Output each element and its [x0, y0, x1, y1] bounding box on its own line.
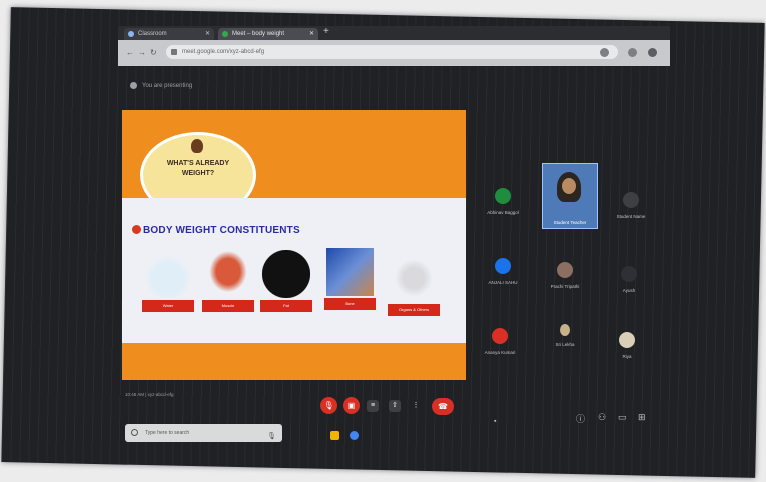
end-call-button[interactable]: ☎: [432, 398, 454, 415]
close-icon[interactable]: ✕: [309, 28, 314, 40]
avatar: [623, 192, 639, 208]
back-icon[interactable]: ←: [126, 48, 134, 57]
taskbar-search-input[interactable]: Type here to search 🎙: [125, 424, 282, 442]
extension-icon[interactable]: [600, 48, 609, 57]
camera-off-icon: ▣: [347, 401, 356, 410]
tab-favicon-icon: [222, 31, 228, 37]
chrome-icon[interactable]: [350, 431, 359, 440]
captions-icon: ≡: [370, 402, 376, 409]
info-icon[interactable]: ⓘ: [576, 412, 585, 425]
constituent-water: Water: [142, 250, 194, 314]
participant-tile[interactable]: Riya: [602, 332, 652, 359]
constituent-label: Water: [142, 300, 194, 312]
mic-icon[interactable]: 🎙: [267, 428, 276, 446]
participant-tile[interactable]: Ananya Kumari: [474, 328, 526, 355]
tab-favicon-icon: [128, 31, 134, 37]
constituent-muscle: Muscle: [202, 250, 254, 314]
menu-icon[interactable]: [648, 48, 657, 57]
plus-icon[interactable]: +: [323, 26, 329, 37]
present-button[interactable]: ⇧: [389, 400, 401, 412]
file-explorer-icon[interactable]: [330, 431, 339, 440]
tab-label: Meet – body weight: [232, 31, 285, 37]
chat-icon[interactable]: ▭: [618, 412, 627, 423]
participant-tile[interactable]: Student Name: [606, 192, 656, 219]
avatar: [619, 332, 635, 348]
avatar: [495, 258, 511, 274]
muscle-figure-image: [204, 250, 252, 298]
address-bar-row: ← → ↻ meet.google.com/xyz-abcd-efg: [118, 40, 670, 66]
mic-off-icon: 🎙: [323, 401, 334, 410]
present-icon: [130, 82, 137, 89]
forward-icon[interactable]: →: [138, 48, 146, 57]
people-icon[interactable]: ⚇: [598, 412, 606, 423]
participant-tile-featured[interactable]: Student Teacher: [542, 163, 598, 229]
browser-tab-strip: Classroom ✕ Meet – body weight ✕ +: [118, 26, 670, 40]
search-icon: [131, 429, 138, 436]
reload-icon[interactable]: ↻: [150, 48, 157, 57]
constituent-organs: Organs & Others: [388, 254, 440, 318]
slide-title: WHAT'S ALREADY WEIGHT?: [166, 160, 230, 177]
avatar: [557, 262, 573, 278]
more-icon: ⋮: [412, 402, 420, 409]
mic-off-button[interactable]: 🎙: [320, 397, 337, 414]
slide-subtitle: BODY WEIGHT CONSTITUENTS: [132, 225, 300, 236]
avatar: [560, 324, 570, 336]
face: [562, 178, 576, 194]
task-view-icon[interactable]: ▪: [494, 418, 496, 425]
close-icon[interactable]: ✕: [205, 28, 210, 40]
more-button[interactable]: ⋮: [410, 400, 422, 412]
constituent-label: Muscle: [202, 300, 254, 312]
camera-off-button[interactable]: ▣: [343, 397, 360, 414]
tab-classroom[interactable]: Classroom ✕: [124, 28, 214, 40]
bullet-icon: [132, 225, 141, 234]
head-icon: [191, 139, 203, 153]
participant-tile[interactable]: Abhinav Baggol: [478, 188, 528, 215]
presentation-slide: WHAT'S ALREADY WEIGHT? BODY WEIGHT CONST…: [122, 110, 466, 380]
avatar: [495, 188, 511, 204]
constituent-label: Bone: [324, 298, 376, 310]
constituent-label: Fat: [260, 300, 312, 312]
slide-content-panel: BODY WEIGHT CONSTITUENTS Water Muscle Fa…: [122, 198, 466, 343]
participant-tile[interactable]: ANJALI SAHU: [478, 258, 528, 285]
constituent-fat: Fat: [260, 250, 312, 314]
skeleton-figure-image: [390, 254, 438, 302]
profile-icon[interactable]: [628, 48, 637, 57]
end-call-icon: ☎: [438, 402, 448, 411]
activities-icon[interactable]: ⊞: [638, 412, 646, 423]
bone-image: [326, 248, 374, 296]
captions-button[interactable]: ≡: [367, 400, 379, 412]
presenting-indicator: You are presenting: [130, 82, 192, 89]
tab-meet[interactable]: Meet – body weight ✕: [218, 28, 318, 40]
url-input[interactable]: meet.google.com/xyz-abcd-efg: [166, 45, 618, 59]
tab-label: Classroom: [138, 31, 167, 37]
fat-image: [262, 250, 310, 298]
participant-tile[interactable]: Prachi Tripathi: [540, 262, 590, 289]
present-icon: ⇧: [392, 402, 398, 409]
avatar: [492, 328, 508, 344]
lock-icon: [171, 49, 177, 55]
meeting-details: 10:45 AM | xyz-abcd-efg: [125, 392, 174, 397]
constituent-label: Organs & Others: [388, 304, 440, 316]
water-figure-image: [144, 250, 192, 298]
participant-tile[interactable]: Ayush: [604, 266, 654, 293]
participant-tile[interactable]: Sri Lekha: [540, 324, 590, 347]
avatar: [621, 266, 637, 282]
constituent-bone: Bone: [324, 248, 376, 312]
